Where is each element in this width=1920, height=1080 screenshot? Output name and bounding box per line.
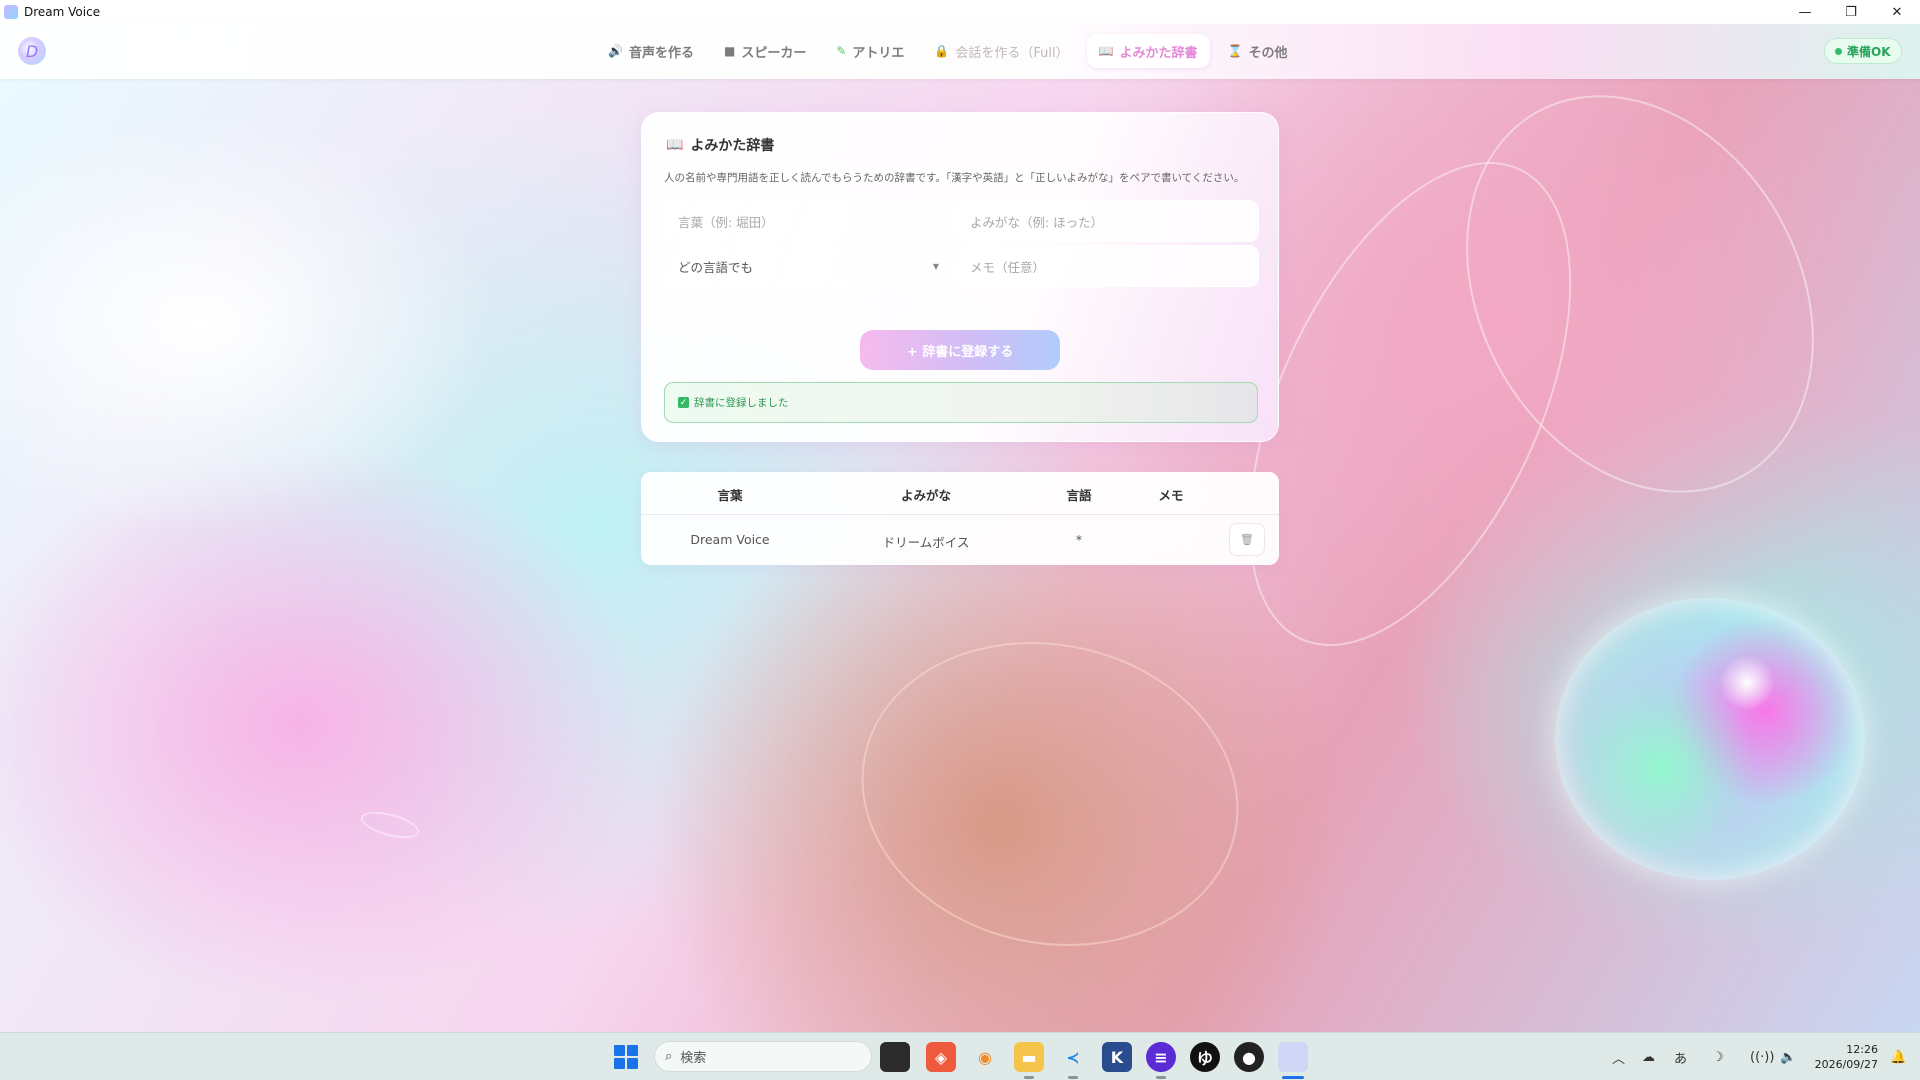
app-icon-purple[interactable]: ≡ <box>1146 1042 1176 1072</box>
volume-icon[interactable]: 🔈 <box>1780 1033 1796 1080</box>
card-title-text: よみかた辞書 <box>690 138 775 154</box>
chevron-down-icon: ▼ <box>932 261 939 271</box>
status-label: 準備OK <box>1847 44 1891 59</box>
card-title: 📖 よみかた辞書 <box>666 135 774 155</box>
minimize-button[interactable]: — <box>1782 0 1828 24</box>
lock-icon: 🔒 <box>934 44 950 58</box>
book-icon: 📖 <box>666 137 684 153</box>
notice-text: 辞書に登録しました <box>694 397 789 409</box>
tab-label: 会話を作る（Full） <box>955 45 1069 61</box>
start-button[interactable] <box>614 1045 638 1069</box>
memo-input[interactable]: メモ（任意） <box>954 245 1259 287</box>
restore-button[interactable]: ❐ <box>1828 0 1874 24</box>
tab-create-voice[interactable]: 🔊 音声を作る <box>596 34 706 68</box>
language-select[interactable]: どの言語でも ▼ <box>662 245 952 287</box>
pencil-icon: ✎ <box>836 44 847 58</box>
running-indicator <box>1068 1076 1078 1079</box>
status-dot-icon <box>1835 47 1842 55</box>
tab-speakers[interactable]: ■ スピーカー <box>712 34 818 68</box>
column-header-language: 言語 <box>1066 488 1092 503</box>
window-title: Dream Voice <box>24 5 101 19</box>
focus-icon[interactable]: ☽ <box>1712 1033 1724 1080</box>
decorative-swirl <box>358 806 422 844</box>
blender-app-icon[interactable]: ◉ <box>970 1042 1000 1072</box>
brave-app-icon[interactable]: ◈ <box>926 1042 956 1072</box>
close-button[interactable]: ✕ <box>1874 0 1920 24</box>
status-badge: 準備OK <box>1824 38 1902 64</box>
window-titlebar: Dream Voice — ❐ ✕ <box>0 0 1920 24</box>
cell-word: Dream Voice <box>690 532 770 547</box>
tab-label: アトリエ <box>852 45 905 61</box>
tab-dictionary[interactable]: 📖 よみかた辞書 <box>1086 34 1210 68</box>
taskbar-search[interactable]: ⌕ 検索 <box>654 1041 872 1072</box>
language-select-value: どの言語でも <box>678 259 754 275</box>
tab-atelier[interactable]: ✎ アトリエ <box>824 34 916 68</box>
obs-app-icon[interactable]: ● <box>1234 1042 1264 1072</box>
search-placeholder: 検索 <box>680 1051 707 1066</box>
tab-label: よみかた辞書 <box>1119 45 1198 61</box>
checkbox-icon: ✓ <box>678 397 689 408</box>
app-header: D 🔊 音声を作る ■ スピーカー ✎ アトリエ 🔒 会話を作る（Full） 📖… <box>0 24 1920 79</box>
trash-icon: 🗑 <box>1240 533 1254 546</box>
divider <box>641 514 1279 515</box>
wifi-icon[interactable]: ((·)) <box>1750 1033 1774 1080</box>
clock-time: 12:26 <box>1846 1043 1878 1056</box>
active-indicator <box>1282 1076 1304 1079</box>
file-explorer-icon[interactable]: ▬ <box>1014 1042 1044 1072</box>
book-icon: 📖 <box>1098 44 1114 58</box>
notification-icon[interactable]: 🔔 <box>1890 1033 1906 1080</box>
speaker-icon: 🔊 <box>608 44 623 58</box>
kotlin-app-icon[interactable]: K <box>1102 1042 1132 1072</box>
clock-date: 2026/09/27 <box>1814 1058 1878 1071</box>
taskbar: ⌕ 検索 ◈ ◉ ▬ ≺ K ≡ ゆ ● ︿ ☁ あ ☽ ((·)) 🔈 12:… <box>0 1032 1920 1080</box>
app-icon <box>4 5 18 19</box>
card-description: 人の名前や専門用語を正しく読んでもらうための辞書です。「漢字や英語」と「正しいよ… <box>664 172 1245 184</box>
app-icon-dark[interactable]: ゆ <box>1190 1042 1220 1072</box>
search-icon: ⌕ <box>665 1049 673 1064</box>
taskbar-clock[interactable]: 12:26 2026/09/27 <box>1808 1042 1878 1072</box>
column-header-memo: メモ <box>1158 488 1184 503</box>
tab-label: スピーカー <box>741 45 807 61</box>
window-controls: — ❐ ✕ <box>1782 0 1920 24</box>
onedrive-icon[interactable]: ☁ <box>1642 1033 1655 1080</box>
dictionary-card: 📖 よみかた辞書 人の名前や専門用語を正しく読んでもらうための辞書です。「漢字や… <box>641 112 1279 442</box>
taskview-app-icon[interactable] <box>880 1042 910 1072</box>
tab-conversation[interactable]: 🔒 会話を作る（Full） <box>922 34 1080 68</box>
app-logo[interactable]: D <box>18 37 46 65</box>
tray-chevron-icon[interactable]: ︿ <box>1612 1033 1625 1080</box>
tab-label: 音声を作る <box>628 45 694 61</box>
reading-input[interactable]: よみがな（例: ほった） <box>954 200 1259 242</box>
tab-label: その他 <box>1248 45 1288 61</box>
cell-reading: ドリームボイス <box>882 535 970 550</box>
word-input[interactable]: 言葉（例: 堀田） <box>662 200 952 242</box>
ime-icon[interactable]: あ <box>1674 1033 1687 1080</box>
add-to-dictionary-button[interactable]: + 辞書に登録する <box>860 330 1060 370</box>
column-header-reading: よみがな <box>900 488 952 503</box>
decorative-bubble <box>1555 598 1865 880</box>
main-nav: 🔊 音声を作る ■ スピーカー ✎ アトリエ 🔒 会話を作る（Full） 📖 よ… <box>596 34 1300 68</box>
success-notice: ✓ 辞書に登録しました <box>664 382 1258 423</box>
running-indicator <box>1156 1076 1166 1079</box>
column-header-word: 言葉 <box>717 488 743 503</box>
decorative-swirl <box>832 607 1268 981</box>
cell-language: * <box>1075 532 1083 547</box>
hourglass-icon: ⌛ <box>1227 44 1243 58</box>
vscode-app-icon[interactable]: ≺ <box>1058 1042 1088 1072</box>
dictionary-table: 言葉 よみがな 言語 メモ Dream Voice ドリームボイス * 🗑 <box>641 472 1279 565</box>
dream-voice-taskbar-icon[interactable] <box>1278 1042 1308 1072</box>
tab-other[interactable]: ⌛ その他 <box>1216 34 1300 68</box>
delete-entry-button[interactable]: 🗑 <box>1229 523 1265 556</box>
folder-icon: ■ <box>723 44 736 58</box>
running-indicator <box>1024 1076 1034 1079</box>
